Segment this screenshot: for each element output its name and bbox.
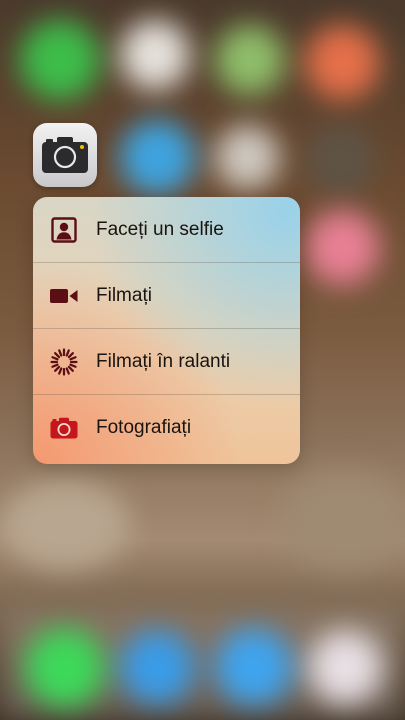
video-camera-icon (49, 281, 79, 311)
camera-glyph-icon (42, 137, 88, 173)
camera-icon (49, 413, 79, 443)
quick-action-label: Filmați în ralanti (96, 350, 231, 372)
quick-action-label: Faceți un selfie (96, 218, 224, 240)
quick-action-slow-motion[interactable]: Filmați în ralanti (33, 329, 300, 395)
slow-motion-icon (49, 347, 79, 377)
camera-app-icon[interactable] (33, 123, 97, 187)
quick-action-photo[interactable]: Fotografiați (33, 395, 300, 461)
selfie-portrait-icon (49, 215, 79, 245)
quick-action-selfie[interactable]: Faceți un selfie (33, 197, 300, 263)
quick-action-video[interactable]: Filmați (33, 263, 300, 329)
quick-action-label: Filmați (96, 284, 152, 306)
home-screen: Faceți un selfie Filmați Filmați în rala… (0, 0, 405, 720)
quick-action-label: Fotografiați (96, 417, 192, 438)
quick-actions-menu: Faceți un selfie Filmați Filmați în rala… (33, 197, 300, 464)
